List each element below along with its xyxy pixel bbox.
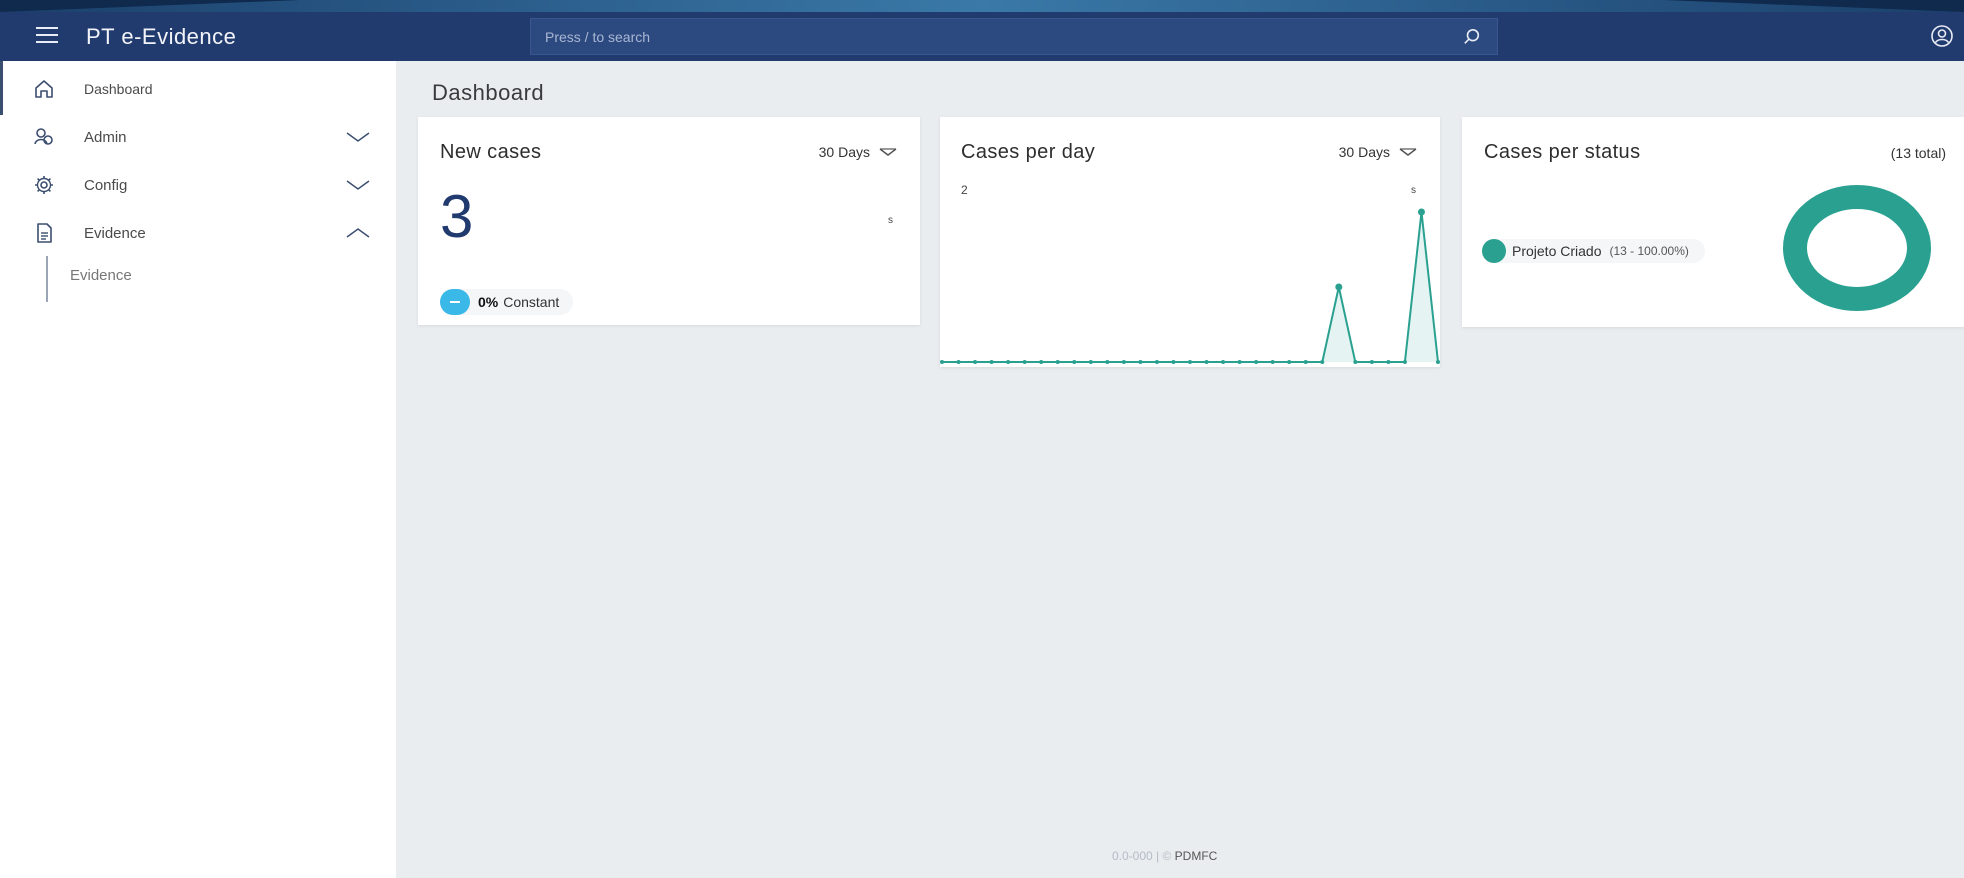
data-point [1237, 360, 1242, 364]
page-title: Dashboard [432, 80, 545, 105]
legend-swatch [1482, 239, 1506, 263]
app-header: PT e-Evidence [0, 12, 1964, 61]
footer: 0.0-000 | © PDMFC [1112, 849, 1217, 863]
legend-item[interactable]: Projeto Criado (13 - 100.00%) [1482, 239, 1705, 263]
period-label: 30 Days [818, 144, 870, 160]
search-icon[interactable] [1463, 28, 1481, 46]
new-cases-count: 3 [440, 183, 474, 250]
data-point [1320, 360, 1325, 364]
data-point [1402, 360, 1407, 364]
chevron-up-icon[interactable] [345, 226, 371, 240]
sidebar-item-label: Evidence [84, 224, 146, 242]
data-point [1022, 360, 1027, 364]
data-point [1088, 360, 1093, 364]
data-point [1072, 360, 1077, 364]
search-input[interactable] [531, 19, 1497, 54]
data-point [1254, 360, 1259, 364]
data-point [989, 360, 994, 364]
submenu-indicator [46, 256, 48, 302]
caret-down-icon [879, 148, 897, 156]
legend-value: (13 - 100.00%) [1609, 244, 1689, 258]
data-point [1039, 360, 1044, 364]
cases-per-status-chart [1783, 185, 1931, 311]
data-point [1369, 360, 1374, 364]
users-icon [34, 128, 53, 145]
user-account-icon[interactable] [1930, 24, 1954, 48]
data-point [1287, 360, 1292, 364]
sidebar-item-label: Dashboard [84, 81, 153, 97]
data-point [1417, 208, 1425, 216]
data-point [1006, 360, 1011, 364]
data-point [1105, 360, 1110, 364]
data-point [1154, 360, 1159, 364]
cases-per-day-card: Cases per day 30 Days 2 s [940, 117, 1440, 367]
data-point [1204, 360, 1209, 364]
search-bar[interactable] [530, 18, 1498, 55]
line-area [942, 212, 1438, 362]
donut-slice [1783, 185, 1931, 311]
data-point [1221, 360, 1226, 364]
data-point [1303, 360, 1308, 364]
sidebar-item-label: Config [84, 176, 128, 194]
sidebar-item-label: Admin [84, 128, 127, 146]
total-count: (13 total) [1890, 145, 1946, 161]
card-title: New cases [440, 141, 542, 163]
app-title: PT e-Evidence [86, 24, 237, 49]
data-point [940, 360, 944, 364]
period-select[interactable]: 30 Days [819, 144, 898, 160]
data-point [1436, 360, 1440, 364]
menu-icon[interactable] [36, 27, 58, 45]
data-point [1055, 360, 1060, 364]
sidebar-item-evidence[interactable]: Evidence [0, 211, 396, 255]
data-point [956, 360, 961, 364]
data-point [1121, 360, 1126, 364]
data-point [1335, 283, 1343, 291]
trend-badge: 0% Constant [440, 289, 574, 315]
sidebar-item-dashboard[interactable]: Dashboard [0, 67, 396, 111]
band-wedge-left [0, 0, 300, 12]
data-point [1171, 360, 1176, 364]
trend-percent: 0% [478, 294, 499, 310]
home-icon [35, 80, 53, 98]
footer-version: 0.0-000 | © [1112, 849, 1172, 863]
chevron-down-icon[interactable] [345, 178, 371, 192]
data-point [973, 360, 978, 364]
data-point [1270, 360, 1275, 364]
top-band [0, 0, 1964, 12]
new-cases-card: New cases 30 Days 3 s 0% Constant [418, 117, 920, 325]
cases-per-day-chart [940, 208, 1440, 364]
sidebar-subitem-evidence[interactable]: Evidence [70, 267, 132, 284]
footer-brand: PDMFC [1174, 849, 1218, 863]
data-point [1353, 360, 1358, 364]
cases-per-status-card: Cases per status (13 total) Projeto Cria… [1462, 117, 1964, 327]
sidebar-item-admin[interactable]: Admin [0, 115, 396, 159]
data-point [1386, 360, 1391, 364]
card-title: Cases per status [1484, 141, 1641, 163]
line-series [942, 211, 1439, 363]
document-icon [37, 223, 52, 243]
gear-icon [35, 176, 53, 194]
band-wedge-right [1664, 0, 1964, 12]
legend-name: Projeto Criado [1512, 243, 1602, 259]
marker-text: s [888, 215, 893, 226]
minus-icon [440, 289, 470, 315]
sidebar-item-config[interactable]: Config [0, 163, 396, 207]
data-point [1188, 360, 1192, 364]
sidebar: Dashboard Admin Config Evidence Evidence [0, 61, 396, 878]
trend-label: Constant [503, 294, 560, 310]
data-point [1138, 360, 1143, 364]
chevron-down-icon[interactable] [345, 130, 371, 144]
